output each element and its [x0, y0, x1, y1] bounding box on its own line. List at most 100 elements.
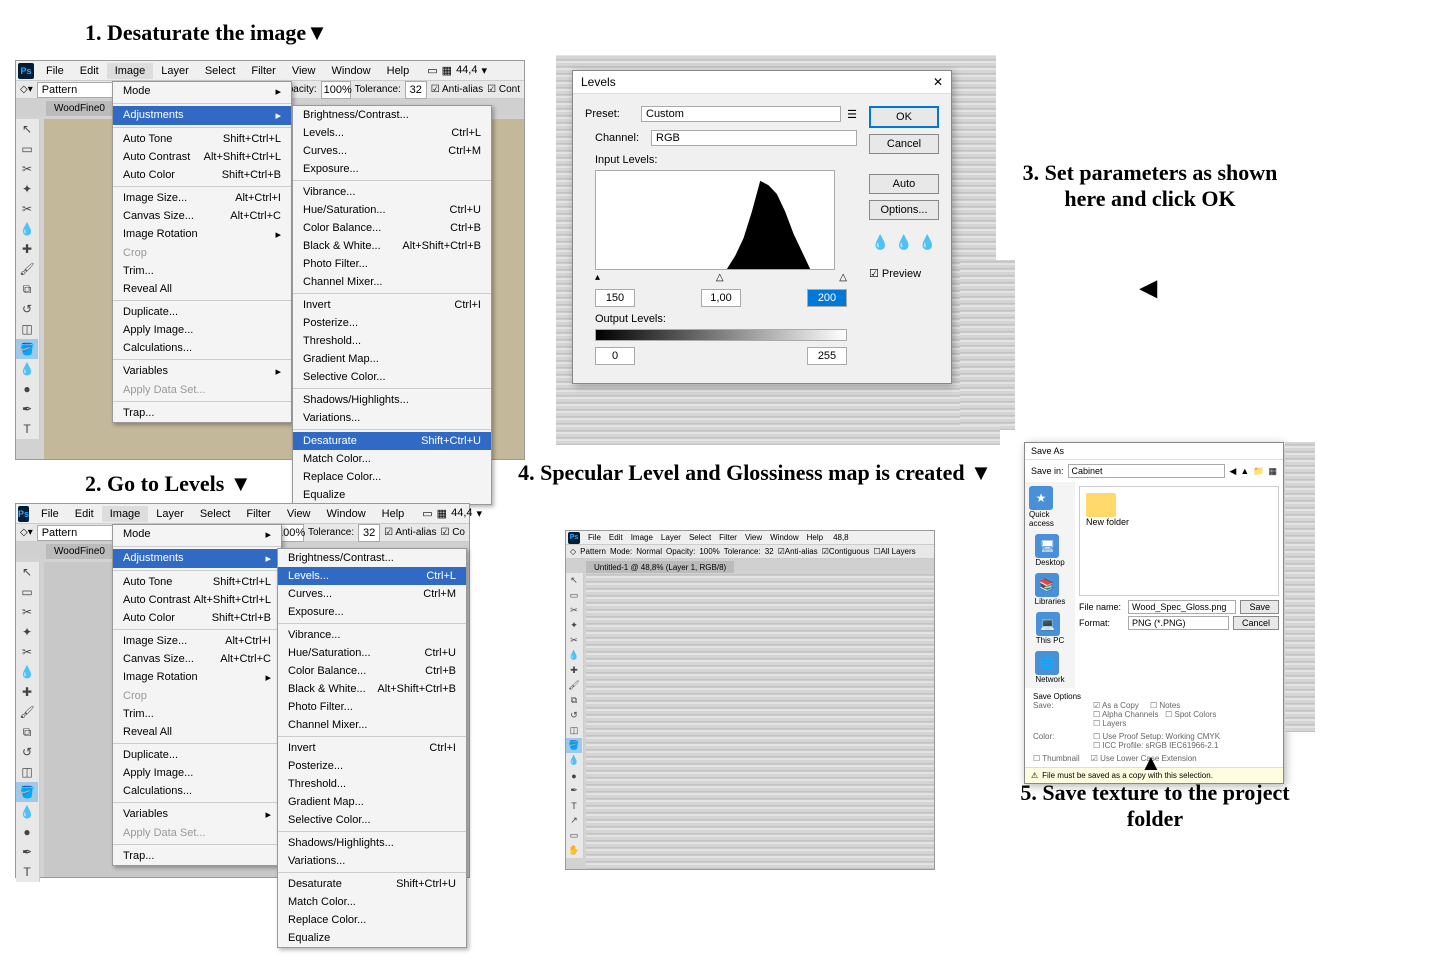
adj-posterize[interactable]: Posterize...	[278, 757, 466, 775]
zoom-level[interactable]: 44,4	[456, 64, 477, 77]
adj-hue[interactable]: Hue/Saturation...Ctrl+U	[293, 201, 491, 219]
brush-tool-icon[interactable]: 🖌	[16, 259, 38, 279]
menu-select[interactable]: Select	[197, 63, 244, 79]
slider-black-icon[interactable]: ▴	[595, 272, 600, 283]
libraries-icon[interactable]: 📚	[1035, 573, 1059, 597]
input-black[interactable]: 150	[595, 289, 635, 307]
adj-exposure[interactable]: Exposure...	[293, 160, 491, 178]
menu-view[interactable]: View	[741, 532, 766, 543]
menu-autotone[interactable]: Auto ToneShift+Ctrl+L	[113, 573, 281, 591]
antialias-check[interactable]: ☑Anti-alias	[778, 547, 818, 556]
type-tool-icon[interactable]: T	[16, 862, 38, 882]
adj-photofilter[interactable]: Photo Filter...	[293, 255, 491, 273]
menu-calculations[interactable]: Calculations...	[113, 782, 281, 800]
tolerance-input[interactable]: 32	[358, 524, 380, 542]
cancel-button[interactable]: Cancel	[1233, 616, 1279, 630]
savein-select[interactable]: Cabinet	[1068, 464, 1226, 478]
eyedropper-tool-icon[interactable]: 💧	[16, 219, 38, 239]
eyedropper-tool-icon[interactable]: 💧	[566, 648, 582, 663]
stamp-tool-icon[interactable]: ⧉	[566, 693, 582, 708]
adj-shadows[interactable]: Shadows/Highlights...	[293, 391, 491, 409]
bucket-tool-icon[interactable]: 🪣	[566, 738, 582, 753]
menu-layer[interactable]: Layer	[148, 506, 192, 522]
menu-image[interactable]: Image	[627, 532, 657, 543]
adj-equalize[interactable]: Equalize	[293, 486, 491, 504]
screen-mode-icon[interactable]: ▭	[422, 507, 432, 520]
pen-tool-icon[interactable]: ✒	[16, 399, 38, 419]
menu-adjustments[interactable]: Adjustments▸	[113, 106, 291, 125]
shape-tool-icon[interactable]: ▭	[566, 828, 582, 843]
screen-mode-icon[interactable]: ▭	[427, 64, 437, 77]
history-tool-icon[interactable]: ↺	[16, 742, 38, 762]
adj-invert[interactable]: InvertCtrl+I	[293, 296, 491, 314]
options-button[interactable]: Options...	[869, 200, 939, 220]
brush-tool-icon[interactable]: 🖌	[566, 678, 582, 693]
preset-menu-icon[interactable]: ☰	[847, 108, 857, 121]
menu-window[interactable]: Window	[766, 532, 802, 543]
menu-edit[interactable]: Edit	[605, 532, 627, 543]
opacity-input[interactable]: 100%	[321, 81, 351, 99]
stamp-tool-icon[interactable]: ⧉	[16, 722, 38, 742]
zoom-level[interactable]: 48,8	[833, 533, 849, 542]
menu-image[interactable]: Image	[102, 506, 149, 522]
brush-tool-icon[interactable]: 🖌	[16, 702, 38, 722]
menu-layer[interactable]: Layer	[657, 532, 685, 543]
menu-reveal[interactable]: Reveal All	[113, 280, 291, 298]
file-browser[interactable]: New folder	[1079, 486, 1279, 596]
tool-preset-icon[interactable]: ◇▾	[20, 527, 33, 538]
menu-file[interactable]: File	[38, 63, 72, 79]
menu-autocontrast[interactable]: Auto ContrastAlt+Shift+Ctrl+L	[113, 591, 281, 609]
menu-variables[interactable]: Variables▸	[113, 805, 281, 824]
eraser-tool-icon[interactable]: ◫	[16, 319, 38, 339]
menu-trim[interactable]: Trim...	[113, 262, 291, 280]
adj-exposure[interactable]: Exposure...	[278, 603, 466, 621]
arrange-icon[interactable]: ▦	[437, 507, 447, 520]
newfolder-icon[interactable]: 📁	[1253, 466, 1264, 477]
blur-tool-icon[interactable]: 💧	[16, 359, 38, 379]
contiguous-check[interactable]: ☑ Co	[440, 527, 465, 538]
desktop-icon[interactable]: 🖥	[1035, 534, 1059, 558]
adj-invert[interactable]: InvertCtrl+I	[278, 739, 466, 757]
zoom-level[interactable]: 44,4	[451, 507, 472, 520]
menu-select[interactable]: Select	[192, 506, 239, 522]
menu-edit[interactable]: Edit	[72, 63, 107, 79]
menu-rotation[interactable]: Image Rotation▸	[113, 668, 281, 687]
menu-filter[interactable]: Filter	[238, 506, 278, 522]
menu-autocolor[interactable]: Auto ColorShift+Ctrl+B	[113, 166, 291, 184]
healing-tool-icon[interactable]: ✚	[16, 239, 38, 259]
adj-curves[interactable]: Curves...Ctrl+M	[293, 142, 491, 160]
menu-adjustments[interactable]: Adjustments▸	[113, 549, 281, 568]
menu-rotation[interactable]: Image Rotation▸	[113, 225, 291, 244]
back-icon[interactable]: ◀	[1229, 466, 1236, 477]
folder-icon[interactable]	[1086, 493, 1116, 517]
adj-vibrance[interactable]: Vibrance...	[293, 183, 491, 201]
antialias-check[interactable]: ☑ Anti-alias	[431, 84, 483, 95]
menu-mode[interactable]: Mode▸	[113, 82, 291, 101]
crop-tool-icon[interactable]: ✂	[16, 199, 38, 219]
pen-tool-icon[interactable]: ✒	[566, 783, 582, 798]
eyedropper-gray-icon[interactable]: 💧	[895, 234, 912, 251]
tolerance-input[interactable]: 32	[765, 547, 774, 556]
menu-imagesize[interactable]: Image Size...Alt+Ctrl+I	[113, 189, 291, 207]
save-button[interactable]: Save	[1240, 600, 1279, 614]
cancel-button[interactable]: Cancel	[869, 134, 939, 154]
menu-canvassize[interactable]: Canvas Size...Alt+Ctrl+C	[113, 650, 281, 668]
opacity-input[interactable]: 100%	[699, 547, 719, 556]
arrange-icon[interactable]: ▦	[442, 64, 452, 77]
contiguous-check[interactable]: ☑Contiguous	[822, 547, 870, 556]
adj-posterize[interactable]: Posterize...	[293, 314, 491, 332]
adj-variations[interactable]: Variations...	[293, 409, 491, 427]
menu-filter[interactable]: Filter	[243, 63, 283, 79]
asacopy-check[interactable]: ☑	[1093, 701, 1100, 710]
bucket-tool-icon[interactable]: 🪣	[16, 782, 38, 802]
menu-crop[interactable]: Crop	[113, 687, 281, 705]
lowercase-check[interactable]: ☑	[1091, 754, 1098, 763]
lasso-tool-icon[interactable]: ✂	[16, 159, 38, 179]
bucket-tool-icon[interactable]: 🪣	[16, 339, 38, 359]
output-gradient[interactable]	[595, 329, 847, 341]
blur-tool-icon[interactable]: 💧	[16, 802, 38, 822]
menu-variables[interactable]: Variables▸	[113, 362, 291, 381]
move-tool-icon[interactable]: ↖	[16, 119, 38, 139]
history-tool-icon[interactable]: ↺	[16, 299, 38, 319]
close-icon[interactable]: ✕	[933, 75, 943, 89]
